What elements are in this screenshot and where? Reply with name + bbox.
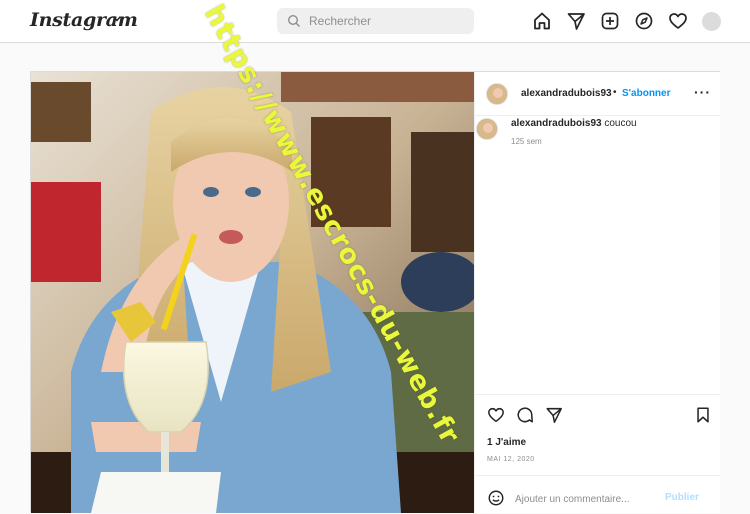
separator-dot: • xyxy=(613,87,617,98)
author-username[interactable]: alexandradubois93 xyxy=(521,88,612,99)
caption-username[interactable]: alexandradubois93 xyxy=(511,118,602,129)
post-caption: alexandradubois93 coucou xyxy=(511,118,637,129)
comment-icon[interactable] xyxy=(516,406,534,424)
like-count[interactable]: 1 J'aime xyxy=(487,437,526,448)
caption-avatar[interactable] xyxy=(476,118,498,140)
follow-button[interactable]: S'abonner xyxy=(622,88,671,99)
post-actions: 1 J'aime MAI 12, 2020 Ajouter un comment… xyxy=(475,394,721,513)
comment-bar: Ajouter un commentaire... Publier xyxy=(475,475,721,514)
search-icon xyxy=(287,14,300,27)
caption-text: coucou xyxy=(604,118,637,129)
search-input[interactable]: Rechercher xyxy=(277,8,474,34)
author-avatar[interactable] xyxy=(486,83,508,105)
photo-illustration xyxy=(31,72,474,513)
explore-icon[interactable] xyxy=(634,11,654,31)
heart-icon[interactable] xyxy=(487,406,505,424)
direct-icon[interactable] xyxy=(566,11,586,31)
publish-button[interactable]: Publier xyxy=(665,492,699,503)
more-options-button[interactable]: ··· xyxy=(694,84,711,100)
top-navigation-bar: Instagram Rechercher xyxy=(0,0,750,43)
comment-input[interactable]: Ajouter un commentaire... xyxy=(515,494,630,505)
profile-avatar[interactable] xyxy=(702,12,721,31)
heart-icon[interactable] xyxy=(668,11,688,31)
share-icon[interactable] xyxy=(545,406,563,424)
chevron-down-icon[interactable] xyxy=(112,14,122,24)
bookmark-icon[interactable] xyxy=(694,406,712,424)
post-sidebar: alexandradubois93 • S'abonner ··· alexan… xyxy=(474,72,721,513)
post-photo[interactable] xyxy=(31,72,474,513)
caption-age: 125 sem xyxy=(511,137,542,146)
post-header: alexandradubois93 • S'abonner ··· xyxy=(475,72,721,116)
search-placeholder: Rechercher xyxy=(309,14,372,28)
post-date: MAI 12, 2020 xyxy=(487,456,535,463)
emoji-icon[interactable] xyxy=(487,489,505,507)
home-icon[interactable] xyxy=(532,11,552,31)
new-post-icon[interactable] xyxy=(600,11,620,31)
